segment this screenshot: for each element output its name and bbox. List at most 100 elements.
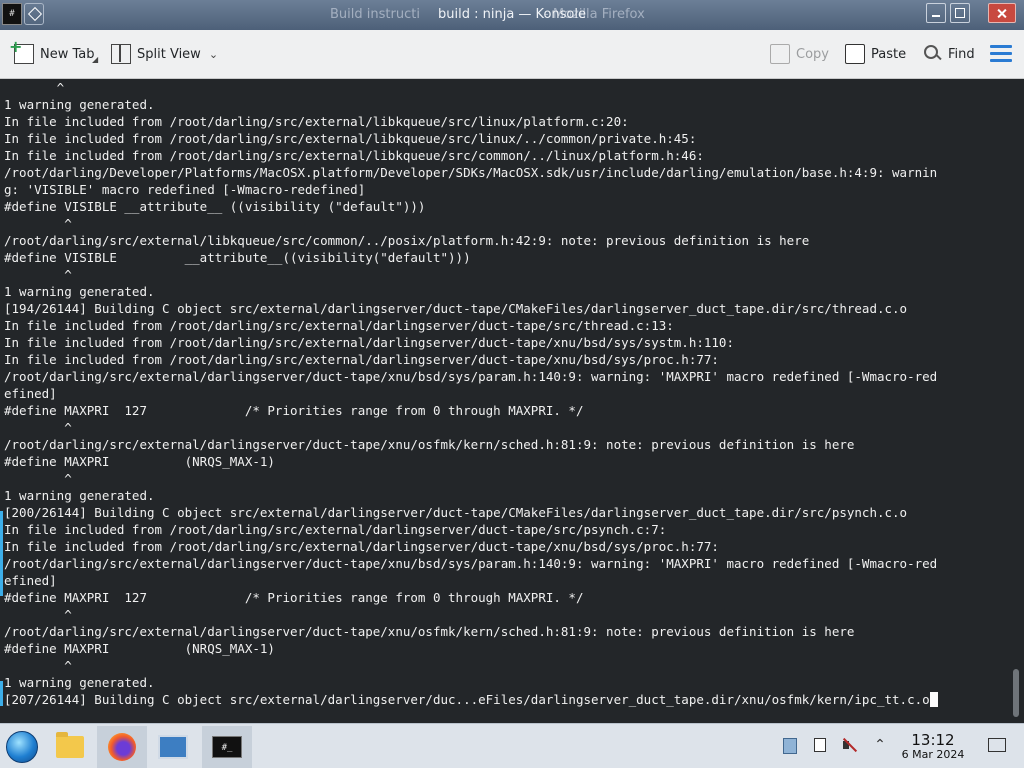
chevron-up-icon[interactable]: ⌃ [871,736,889,754]
maximize-icon[interactable] [950,3,970,23]
terminal-line-text: In file included from /root/darling/src/… [4,335,734,350]
minimize-icon[interactable] [926,3,946,23]
new-tab-dropdown-icon[interactable]: ◢ [92,55,98,64]
start-menu-button[interactable] [0,726,44,768]
file-manager-button[interactable] [48,726,92,768]
close-icon[interactable] [988,3,1016,23]
terminal-line: In file included from /root/darling/src/… [4,113,938,130]
terminal-line-text: ^ [4,267,72,282]
find-label: Find [948,46,975,62]
terminal-line-text: 1 warning generated. [4,284,155,299]
terminal-line: /root/darling/src/external/darlingserver… [4,436,938,453]
split-view-button[interactable]: Split View ⌄ [111,42,218,66]
terminal-line-text: efined] [4,573,57,588]
terminal-line-text: In file included from /root/darling/src/… [4,352,719,367]
clipboard-icon[interactable] [811,736,829,754]
konsole-icon: #_ [212,736,242,758]
terminal-line: /root/darling/src/external/darlingserver… [4,623,938,640]
firefox-icon [108,733,136,761]
terminal-line: #define MAXPRI 127 /* Priorities range f… [4,402,938,419]
terminal-line: [200/26144] Building C object src/extern… [4,504,938,521]
terminal-line-text: ^ [4,80,65,95]
chevron-down-icon[interactable]: ⌄ [209,48,218,61]
terminal-cursor [929,692,938,707]
terminal-line-text: /root/darling/Developer/Platforms/MacOSX… [4,165,938,180]
copy-button[interactable]: Copy [770,42,829,66]
terminal-line-text: [200/26144] Building C object src/extern… [4,505,908,520]
firefox-task-button[interactable] [97,726,147,768]
konsole-toolbar: New Tab Split View ⌄ Copy Paste Find [0,30,1024,79]
terminal-line-text: In file included from /root/darling/src/… [4,114,629,129]
window-titlebar[interactable]: # Build instructi - Mozilla Firefox buil… [0,0,1024,30]
terminal-line-text: #define VISIBLE __attribute__((visibilit… [4,250,471,265]
terminal-line: 1 warning generated. [4,96,938,113]
volume-muted-icon[interactable] [841,736,859,754]
terminal-line: 1 warning generated. [4,487,938,504]
clock-time[interactable]: 13:12 [900,731,966,749]
paste-icon [845,44,865,64]
terminal-line: efined] [4,572,938,589]
terminal-line: #define MAXPRI 127 /* Priorities range f… [4,589,938,606]
start-menu-icon [6,731,38,763]
terminal-line-text: #define MAXPRI 127 /* Priorities range f… [4,590,584,605]
clock-date[interactable]: 6 Mar 2024 [895,748,971,761]
terminal-line-text: ^ [4,420,72,435]
split-view-icon [111,44,131,64]
terminal-line-text: /root/darling/src/external/darlingserver… [4,437,855,452]
terminal-line-text: 1 warning generated. [4,97,155,112]
search-icon [922,44,942,64]
terminal-line-text: /root/darling/src/external/libkqueue/src… [4,233,810,248]
terminal-line-text: In file included from /root/darling/src/… [4,148,704,163]
taskbar: #_ ⌃ 13:12 6 Mar 2024 [0,723,1024,768]
scrollbar-thumb[interactable] [1013,669,1019,717]
output-marker [0,681,3,706]
terminal-line: [194/26144] Building C object src/extern… [4,300,938,317]
terminal-line-text: efined] [4,386,57,401]
remote-desktop-button[interactable] [151,726,195,768]
konsole-task-button[interactable]: #_ [202,726,252,768]
terminal-line: In file included from /root/darling/src/… [4,147,938,164]
terminal-line-text: #define VISIBLE __attribute__ ((visibili… [4,199,426,214]
terminal-line: ^ [4,266,938,283]
terminal-line: #define VISIBLE __attribute__ ((visibili… [4,198,938,215]
terminal-line: In file included from /root/darling/src/… [4,538,938,555]
terminal-line-text: [194/26144] Building C object src/extern… [4,301,908,316]
terminal-line-text: In file included from /root/darling/src/… [4,318,674,333]
terminal-line: In file included from /root/darling/src/… [4,317,938,334]
find-button[interactable]: Find [922,42,975,66]
terminal-line: [207/26144] Building C object src/extern… [4,691,938,708]
output-marker [0,511,3,596]
show-desktop-icon[interactable] [988,738,1006,752]
terminal-line-text: ^ [4,471,72,486]
terminal-line: #define VISIBLE __attribute__((visibilit… [4,249,938,266]
terminal-line-text: [207/26144] Building C object src/extern… [4,692,930,707]
copy-icon [770,44,790,64]
terminal-view[interactable]: ^ 1 warning generated. In file included fr… [0,79,1008,721]
terminal-line: /root/darling/src/external/darlingserver… [4,555,938,572]
hamburger-menu-icon[interactable] [990,45,1012,63]
terminal-line: ^ [4,215,938,232]
terminal-line-text: ^ [4,216,72,231]
terminal-scrollbar[interactable] [1008,79,1024,721]
split-view-label: Split View [137,46,201,62]
terminal-line-text: /root/darling/src/external/darlingserver… [4,369,938,384]
vm-tray-icon[interactable] [780,736,798,754]
new-tab-button[interactable]: New Tab [9,37,95,66]
terminal-line-text: In file included from /root/darling/src/… [4,522,667,537]
terminal-line: #define MAXPRI (NRQS_MAX-1) [4,453,938,470]
copy-label: Copy [796,46,829,62]
terminal-line: g: 'VISIBLE' macro redefined [-Wmacro-re… [4,181,938,198]
terminal-line-text: g: 'VISIBLE' macro redefined [-Wmacro-re… [4,182,366,197]
new-tab-label: New Tab [40,46,95,62]
paste-label: Paste [871,46,907,62]
terminal-line: ^ [4,657,938,674]
terminal-line-text: #define MAXPRI 127 /* Priorities range f… [4,403,584,418]
terminal-line: 1 warning generated. [4,283,938,300]
new-tab-icon [9,37,34,64]
paste-button[interactable]: Paste [845,42,906,66]
terminal-line: ^ [4,470,938,487]
terminal-line: In file included from /root/darling/src/… [4,334,938,351]
terminal-line-text: ^ [4,658,72,673]
terminal-line-text: In file included from /root/darling/src/… [4,131,697,146]
terminal-output: ^ 1 warning generated. In file included fr… [4,79,938,708]
